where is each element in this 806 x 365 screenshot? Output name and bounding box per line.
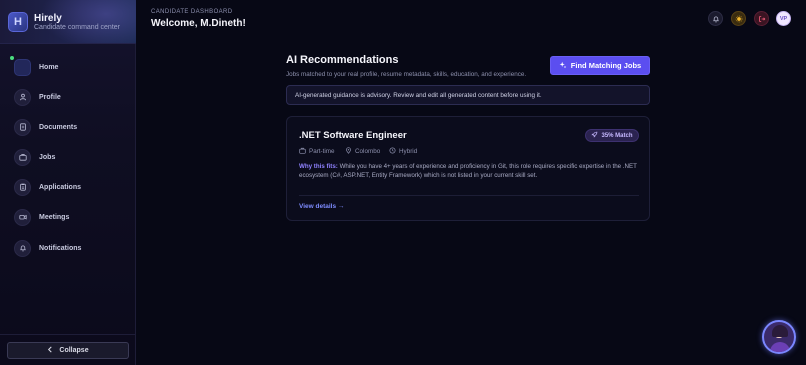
page-title: Welcome, M.Dineth! [151, 18, 246, 29]
job-location: Colombo [345, 147, 380, 156]
bell-icon [712, 10, 720, 28]
job-mode: Hybrid [389, 147, 417, 156]
job-location-label: Colombo [355, 148, 381, 155]
clipboard-icon [14, 178, 31, 196]
sidebar-item-label: Applications [39, 183, 82, 191]
sidebar-item-label: Profile [39, 93, 61, 101]
video-icon [14, 208, 31, 226]
match-badge: 35% Match [585, 129, 639, 142]
top-header: CANDIDATE DASHBOARD Welcome, M.Dineth! V… [136, 0, 806, 38]
sidebar: H Hirely Candidate command center Home P… [0, 0, 136, 365]
rocket-icon [591, 131, 598, 140]
logout-button[interactable] [754, 11, 769, 26]
find-matching-jobs-label: Find Matching Jobs [570, 61, 642, 70]
bell-icon [14, 239, 31, 257]
sidebar-item-applications[interactable]: Applications [14, 176, 124, 198]
sidebar-item-documents[interactable]: Documents [14, 116, 124, 138]
sidebar-item-label: Notifications [39, 244, 82, 252]
sidebar-item-jobs[interactable]: Jobs [14, 146, 124, 168]
document-icon [14, 118, 31, 136]
section-subtitle: Jobs matched to your real profile, resum… [286, 71, 527, 78]
why-label: Why this fits: [299, 163, 338, 170]
user-icon [14, 88, 31, 106]
sidebar-item-notifications[interactable]: Notifications [14, 237, 124, 259]
match-label: 35% Match [601, 132, 633, 139]
briefcase-icon [14, 148, 31, 166]
why-text: While you have 4+ years of experience an… [299, 163, 637, 179]
sidebar-item-meetings[interactable]: Meetings [14, 206, 124, 228]
app-logo: H [8, 12, 28, 32]
job-card[interactable]: .NET Software Engineer 35% Match Part-ti… [286, 116, 650, 221]
briefcase-icon [299, 147, 306, 156]
chevron-left-icon [47, 346, 53, 355]
sidebar-item-label: Meetings [39, 213, 70, 221]
why-this-fits: Why this fits: While you have 4+ years o… [299, 162, 639, 180]
view-details-link[interactable]: View details → [299, 203, 344, 210]
sidebar-item-label: Documents [39, 123, 78, 131]
home-icon [14, 58, 31, 76]
sidebar-item-home[interactable]: Home [14, 56, 124, 78]
notifications-button[interactable] [708, 11, 723, 26]
job-type: Part-time [299, 147, 335, 156]
collapse-button[interactable]: Collapse [7, 342, 129, 359]
section-title: AI Recommendations [286, 54, 399, 66]
location-pin-icon [345, 147, 352, 156]
advisory-banner: AI-generated guidance is advisory. Revie… [286, 85, 650, 105]
ai-assistant-avatar[interactable] [762, 320, 796, 354]
user-avatar[interactable]: VP [776, 11, 791, 26]
sun-icon [735, 10, 743, 28]
page-kicker: CANDIDATE DASHBOARD [151, 9, 233, 15]
divider [299, 195, 639, 196]
theme-toggle-button[interactable] [731, 11, 746, 26]
job-type-label: Part-time [309, 148, 335, 155]
collapse-label: Collapse [59, 347, 89, 354]
sidebar-item-profile[interactable]: Profile [14, 86, 124, 108]
logout-icon [758, 10, 766, 28]
brand-subtitle: Candidate command center [34, 24, 120, 31]
brand-name: Hirely [34, 13, 62, 24]
job-title: .NET Software Engineer [299, 130, 407, 141]
find-matching-jobs-button[interactable]: Find Matching Jobs [550, 56, 650, 75]
sidebar-item-label: Jobs [39, 153, 56, 161]
brand-header[interactable]: H Hirely Candidate command center [0, 0, 136, 44]
clock-icon [389, 147, 396, 156]
job-mode-label: Hybrid [399, 148, 418, 155]
divider [0, 334, 136, 335]
sidebar-item-label: Home [39, 63, 59, 71]
sparkle-icon [559, 61, 567, 71]
